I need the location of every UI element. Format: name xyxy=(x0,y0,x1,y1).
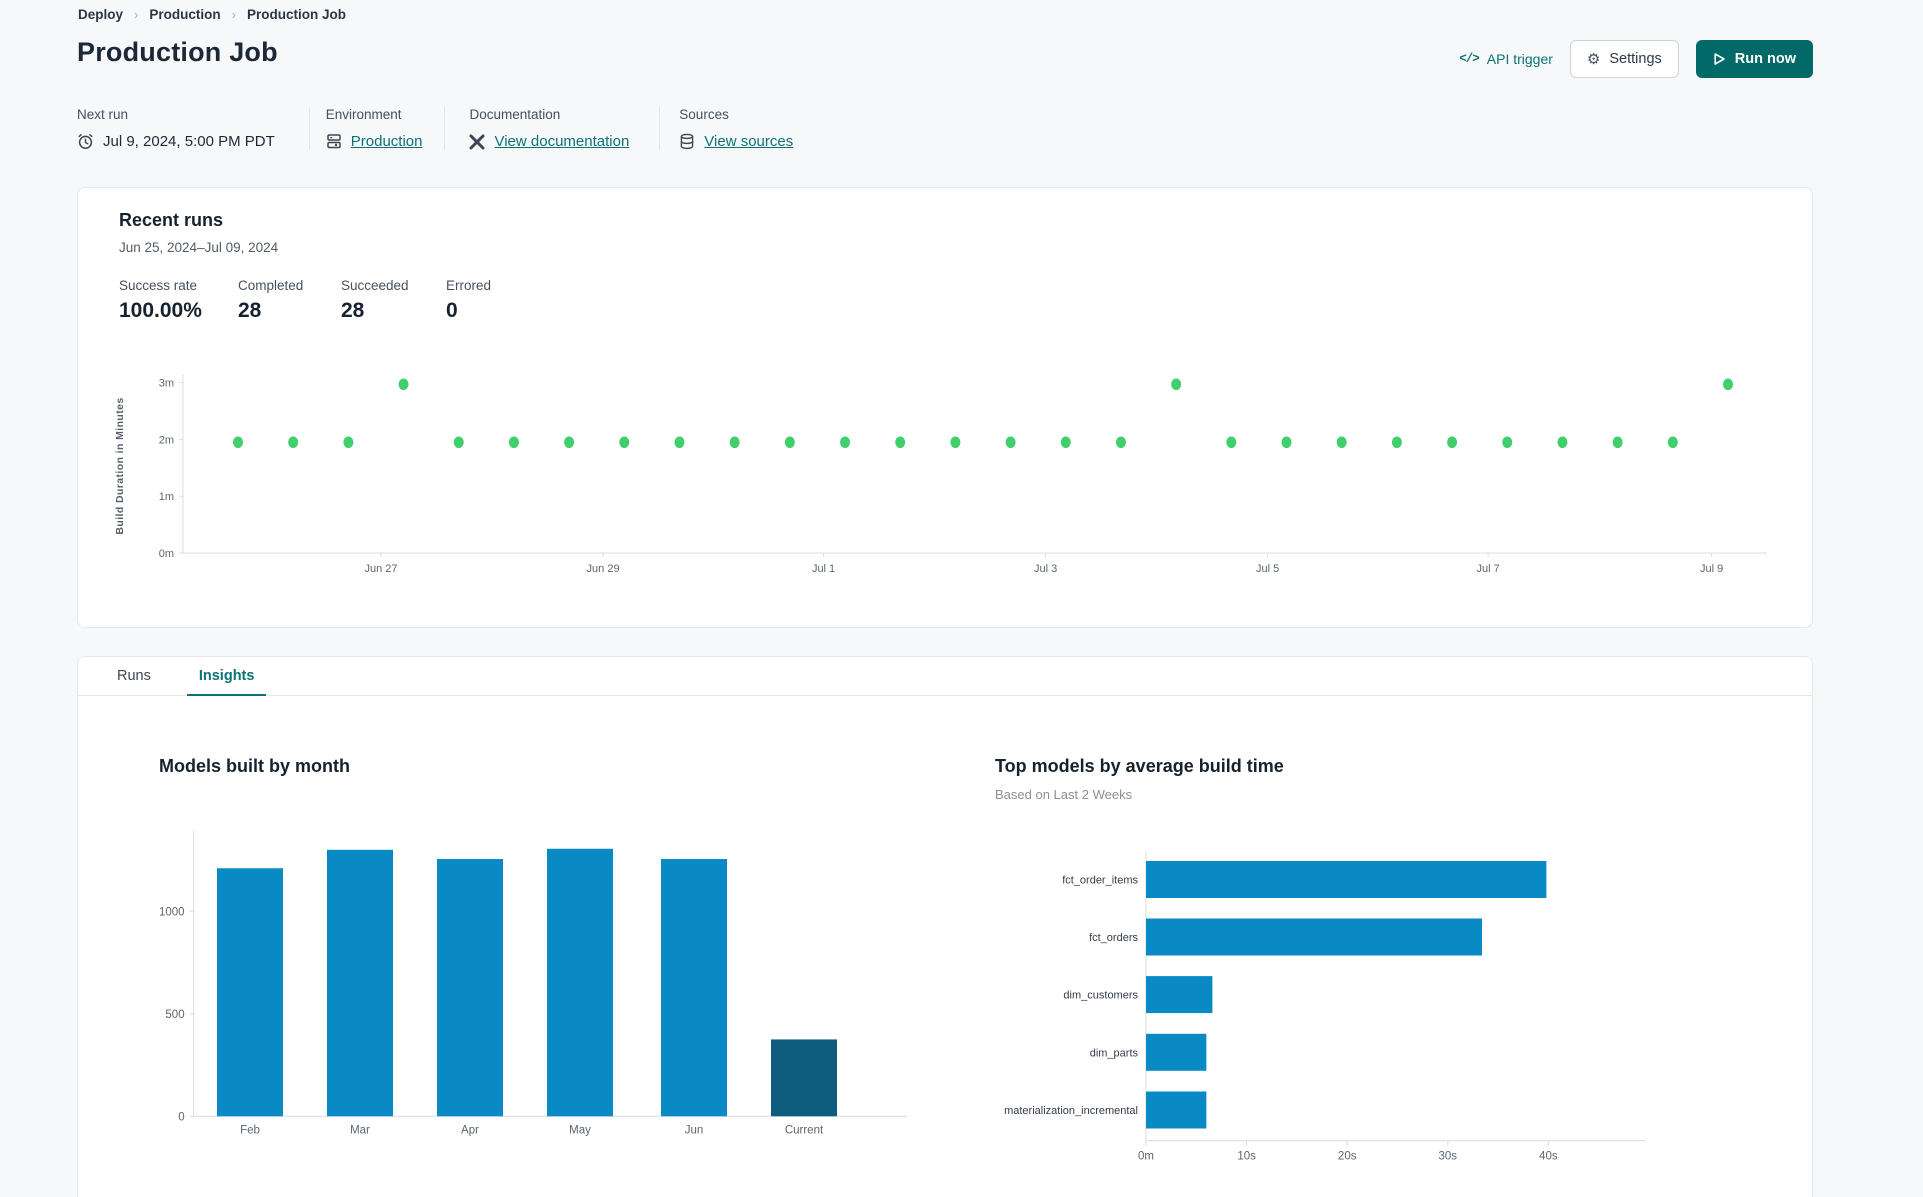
svg-text:Apr: Apr xyxy=(461,1124,479,1136)
svg-text:dim_customers: dim_customers xyxy=(1063,990,1138,1002)
stat-completed: Completed 28 xyxy=(238,278,304,322)
top-models-subtitle: Based on Last 2 Weeks xyxy=(995,787,1133,802)
svg-text:Jul 9: Jul 9 xyxy=(1700,563,1723,575)
svg-text:Jul 3: Jul 3 xyxy=(1034,563,1057,575)
svg-text:Jun 29: Jun 29 xyxy=(587,563,620,575)
sources-database-icon xyxy=(680,133,694,150)
recent-runs-stats: Success rate 100.00% Completed 28 Succee… xyxy=(119,278,491,323)
documentation-label: Documentation xyxy=(469,107,561,122)
svg-text:dim_parts: dim_parts xyxy=(1090,1047,1139,1059)
settings-button[interactable]: ⚙ Settings xyxy=(1569,40,1679,78)
svg-text:30s: 30s xyxy=(1439,1151,1458,1163)
build-duration-chart: 0m 1m 2m 3m Jun 27 Jun 29 Jul 1 Jul 3 Jul 5 Jul 7… xyxy=(114,374,1767,575)
svg-text:20s: 20s xyxy=(1338,1151,1357,1163)
breadcrumb: Deploy › Production › Production Job xyxy=(78,7,346,22)
recent-runs-title: Recent runs xyxy=(119,210,224,230)
models-by-month-chart: 0 500 1000 Feb Mar Apr May Jun Current xyxy=(159,831,907,1136)
view-documentation-link[interactable]: View documentation xyxy=(494,133,629,150)
clock-icon xyxy=(78,134,93,149)
top-models-chart: 0m 10s 20s 30s 40s fct_order_items fct_ordersd… xyxy=(1004,851,1646,1163)
header-actions: </> API trigger ⚙ Settings Run now xyxy=(1459,39,1813,79)
svg-text:1000: 1000 xyxy=(159,906,185,918)
svg-text:40s: 40s xyxy=(1539,1151,1558,1163)
svg-text:Jul 7: Jul 7 xyxy=(1476,563,1499,575)
environment-link[interactable]: Production xyxy=(351,133,423,150)
page-title: Production Job xyxy=(77,37,278,67)
svg-text:Jul 1: Jul 1 xyxy=(812,563,835,575)
top-models-title: Top models by average build time xyxy=(995,756,1284,776)
svg-text:3m: 3m xyxy=(159,378,174,390)
svg-text:500: 500 xyxy=(165,1009,184,1021)
svg-text:Feb: Feb xyxy=(240,1124,260,1136)
insights-card: Runs Insights Models built by month 0 500… xyxy=(77,656,1813,1197)
chevron-right-icon: › xyxy=(134,7,139,22)
svg-text:fct_order_items: fct_order_items xyxy=(1062,875,1138,887)
svg-text:10s: 10s xyxy=(1237,1151,1256,1163)
api-trigger-label: API trigger xyxy=(1486,51,1553,67)
breadcrumb-item-production[interactable]: Production xyxy=(149,7,220,22)
svg-text:2m: 2m xyxy=(159,434,174,446)
breadcrumb-item-deploy[interactable]: Deploy xyxy=(78,7,123,22)
models-by-month-title: Models built by month xyxy=(159,756,350,776)
environment-database-icon xyxy=(327,134,341,149)
svg-text:1m: 1m xyxy=(159,491,174,503)
next-run-value: Jul 9, 2024, 5:00 PM PDT xyxy=(77,133,275,150)
sources-label: Sources xyxy=(679,107,729,122)
job-meta-row: Next run Jul 9, 2024, 5:00 PM PDT Enviro… xyxy=(77,107,793,150)
stat-success-rate: Success rate 100.00% xyxy=(119,278,202,322)
environment-label: Environment xyxy=(325,107,402,122)
svg-text:Current: Current xyxy=(785,1124,824,1136)
svg-text:Jun 27: Jun 27 xyxy=(365,563,398,575)
recent-runs-card: Recent runs Jun 25, 2024–Jul 09, 2024 Su… xyxy=(77,187,1813,628)
svg-text:Mar: Mar xyxy=(350,1124,370,1136)
svg-text:0m: 0m xyxy=(159,548,174,560)
svg-text:fct_orders: fct_orders xyxy=(1089,932,1138,944)
stat-errored: Errored 0 xyxy=(446,278,492,322)
view-sources-link[interactable]: View sources xyxy=(704,133,793,150)
code-icon: </> xyxy=(1459,52,1479,66)
svg-text:May: May xyxy=(569,1124,591,1136)
environment-meta: Environment Production xyxy=(310,107,446,150)
next-run-meta: Next run Jul 9, 2024, 5:00 PM PDT xyxy=(77,107,310,150)
tabstrip: Runs Insights xyxy=(78,657,1812,696)
documentation-meta: Documentation View documentation xyxy=(445,107,661,150)
tab-runs[interactable]: Runs xyxy=(93,657,175,695)
gear-icon: ⚙ xyxy=(1586,50,1601,68)
svg-text:materialization_incremental: materialization_incremental xyxy=(1004,1105,1138,1117)
settings-label: Settings xyxy=(1609,51,1662,67)
run-now-button[interactable]: Run now xyxy=(1695,40,1813,78)
svg-text:Jul 5: Jul 5 xyxy=(1256,563,1279,575)
svg-text:Build Duration in Minutes: Build Duration in Minutes xyxy=(114,397,126,534)
dbt-docs-icon xyxy=(469,134,485,149)
breadcrumb-item-production-job: Production Job xyxy=(246,7,346,22)
next-run-label: Next run xyxy=(77,107,129,122)
chevron-right-icon: › xyxy=(231,7,236,22)
svg-text:0: 0 xyxy=(178,1111,184,1123)
recent-runs-date-range: Jun 25, 2024–Jul 09, 2024 xyxy=(119,240,279,255)
svg-text:0m: 0m xyxy=(1138,1151,1154,1163)
run-now-label: Run now xyxy=(1734,51,1796,67)
sources-meta: Sources View sources xyxy=(660,107,793,150)
play-icon xyxy=(1714,53,1725,65)
stat-succeeded: Succeeded 28 xyxy=(341,278,409,322)
api-trigger-link[interactable]: </> API trigger xyxy=(1459,51,1553,67)
svg-text:Jun: Jun xyxy=(685,1124,704,1136)
tab-insights[interactable]: Insights xyxy=(175,657,279,696)
